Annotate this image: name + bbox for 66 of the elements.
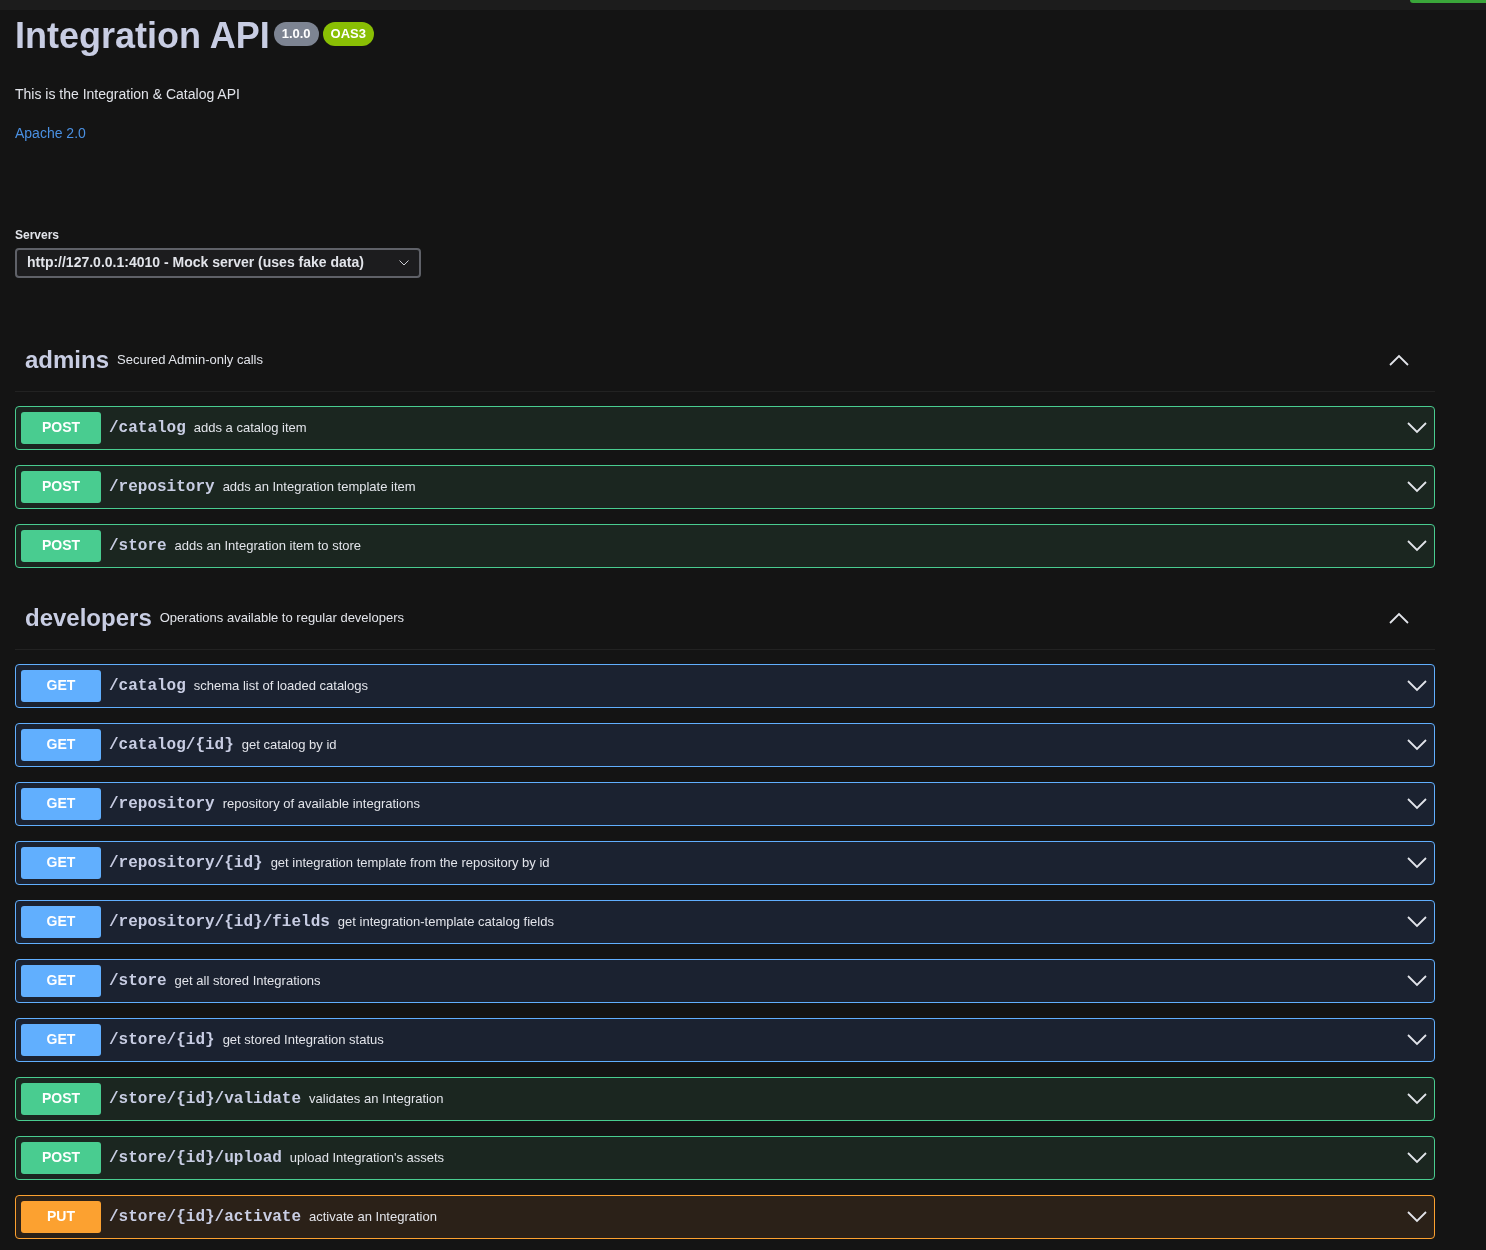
endpoint-summary: adds an Integration template item (222, 477, 416, 496)
operation-row[interactable]: PUT /store/{id}/activate activate an Integration (15, 1194, 1435, 1239)
section-description: Secured Admin-only calls (117, 351, 263, 370)
spec-badge: OAS3 (322, 22, 374, 46)
endpoint-summary: adds an Integration item to store (174, 536, 362, 555)
endpoint-summary: get stored Integration status (222, 1030, 384, 1049)
endpoint-path: /repository/{id} (109, 852, 263, 874)
endpoint-summary: upload Integration's assets (289, 1148, 445, 1167)
endpoint-path: /store/{id} (109, 1029, 215, 1051)
expand-icon[interactable] (1407, 856, 1427, 869)
endpoint-summary: get integration template from the repository by id (270, 853, 550, 872)
expand-icon[interactable] (1407, 1151, 1427, 1164)
endpoint-path: /store (109, 535, 167, 557)
server-select[interactable]: http://127.0.0.1:4010 - Mock server (uses fake data) (15, 247, 421, 278)
servers-label: Servers (15, 226, 61, 244)
operation-row[interactable]: GET /catalog/{id} get catalog by id (15, 722, 1435, 767)
caret-icon (399, 259, 409, 266)
api-description: This is the Integration & Catalog API (15, 84, 241, 104)
operation-row[interactable]: POST /store/{id}/validate validates an Integration (15, 1076, 1435, 1121)
operation-row[interactable]: GET /repository/{id}/fields get integration-template catalog fields (15, 899, 1435, 944)
endpoint-path: /store/{id}/activate (109, 1206, 302, 1228)
endpoint-path: /store (109, 970, 167, 992)
operation-row[interactable]: POST /store adds an Integration item to store (15, 523, 1435, 568)
endpoint-path: /store/{id}/validate (109, 1088, 302, 1110)
license-link[interactable]: Apache 2.0 (15, 122, 86, 144)
expand-icon[interactable] (1407, 539, 1427, 552)
operation-row[interactable]: GET /catalog schema list of loaded catalogs (15, 663, 1435, 708)
endpoint-summary: get all stored Integrations (174, 971, 321, 990)
endpoint-path: /repository (109, 476, 215, 498)
expand-icon[interactable] (1407, 738, 1427, 751)
operation-row[interactable]: GET /repository repository of available integrations (15, 781, 1435, 826)
collapse-icon[interactable] (1389, 612, 1409, 625)
operation-row[interactable]: POST /repository adds an Integration template item (15, 464, 1435, 509)
operation-row[interactable]: GET /store get all stored Integrations (15, 958, 1435, 1003)
operation-row[interactable]: POST /store/{id}/upload upload Integration's assets (15, 1135, 1435, 1180)
endpoint-summary: get catalog by id (241, 735, 337, 754)
expand-icon[interactable] (1407, 1210, 1427, 1223)
section-title[interactable]: admins (25, 342, 110, 379)
operation-row[interactable]: GET /store/{id} get stored Integration status (15, 1017, 1435, 1062)
expand-icon[interactable] (1407, 1092, 1427, 1105)
endpoint-summary: get integration-template catalog fields (337, 912, 554, 931)
operation-row[interactable]: GET /repository/{id} get integration template from the repository by id (15, 840, 1435, 885)
endpoint-summary: activate an Integration (309, 1207, 437, 1226)
version-badge: 1.0.0 (273, 22, 319, 46)
expand-icon[interactable] (1407, 480, 1427, 493)
collapse-icon[interactable] (1389, 354, 1409, 367)
expand-icon[interactable] (1407, 974, 1427, 987)
operation-row[interactable]: POST /catalog adds a catalog item (15, 405, 1435, 450)
endpoint-path: /repository/{id}/fields (109, 911, 330, 933)
api-title: Integration API (15, 16, 270, 56)
endpoint-summary: schema list of loaded catalogs (193, 676, 368, 695)
endpoint-summary: adds a catalog item (193, 418, 307, 437)
expand-icon[interactable] (1407, 1033, 1427, 1046)
section-description: Operations available to regular developers (159, 609, 404, 628)
expand-icon[interactable] (1407, 797, 1427, 810)
endpoint-path: /catalog/{id} (109, 734, 234, 756)
endpoint-path: /catalog (109, 675, 186, 697)
expand-icon[interactable] (1407, 679, 1427, 692)
section-title[interactable]: developers (25, 600, 152, 637)
endpoint-summary: validates an Integration (309, 1089, 444, 1108)
endpoint-path: /store/{id}/upload (109, 1147, 282, 1169)
expand-icon[interactable] (1407, 421, 1427, 434)
expand-icon[interactable] (1407, 915, 1427, 928)
endpoint-path: /repository (109, 793, 215, 815)
endpoint-path: /catalog (109, 417, 186, 439)
endpoint-summary: repository of available integrations (222, 794, 420, 813)
